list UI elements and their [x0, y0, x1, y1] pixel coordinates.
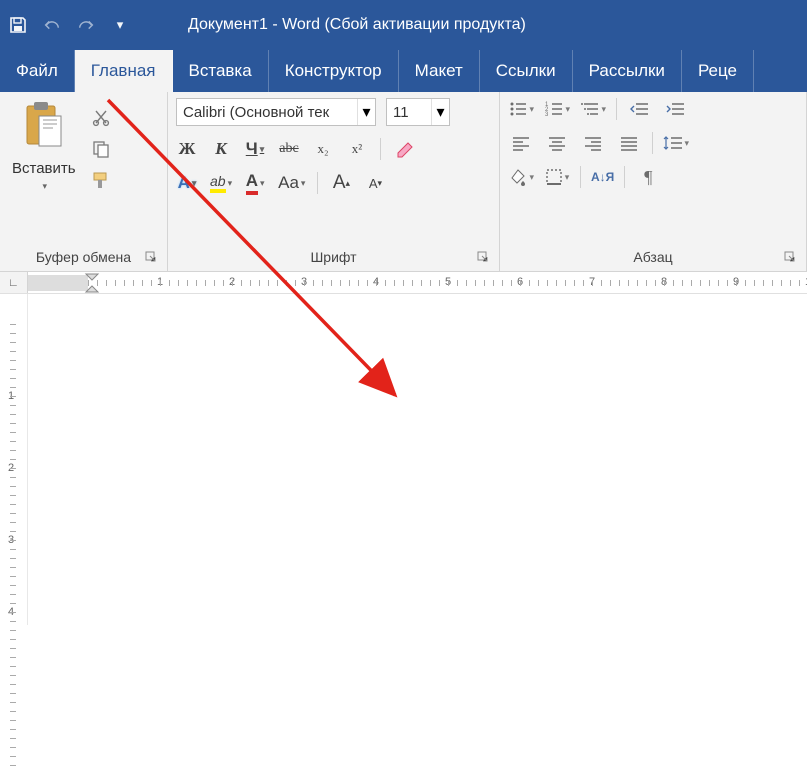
tab-design[interactable]: Конструктор: [269, 50, 399, 92]
highlight-button[interactable]: ab▾: [210, 172, 232, 194]
line-spacing-button[interactable]: ▾: [663, 132, 689, 154]
font-launcher-icon[interactable]: [477, 251, 489, 263]
text-effects-button[interactable]: A▾: [176, 172, 198, 194]
svg-text:3: 3: [545, 112, 549, 118]
font-size-dropdown-icon[interactable]: ▾: [431, 99, 449, 125]
font-name-combo[interactable]: ▾: [176, 98, 376, 126]
tab-layout[interactable]: Макет: [399, 50, 480, 92]
redo-icon[interactable]: [76, 15, 96, 35]
numbering-button[interactable]: 123▾: [544, 98, 570, 120]
paste-label: Вставить: [12, 160, 76, 177]
paste-dropdown-icon[interactable]: ▾: [43, 181, 48, 192]
font-name-dropdown-icon[interactable]: ▾: [357, 99, 375, 125]
paragraph-launcher-icon[interactable]: [784, 251, 796, 263]
align-center-button[interactable]: [544, 132, 570, 154]
tab-selector[interactable]: ∟: [0, 272, 28, 294]
undo-icon[interactable]: [42, 15, 62, 35]
superscript-button[interactable]: x²: [346, 138, 368, 160]
cut-icon[interactable]: [88, 106, 114, 128]
bullets-button[interactable]: ▾: [508, 98, 534, 120]
tab-references[interactable]: Ссылки: [480, 50, 573, 92]
clear-formatting-icon[interactable]: [393, 138, 415, 160]
increase-indent-button[interactable]: [663, 98, 689, 120]
title-bar: ▾ Документ1 - Word (Сбой активации проду…: [0, 0, 807, 50]
shrink-font-button[interactable]: A▾: [364, 172, 386, 194]
clipboard-launcher-icon[interactable]: [145, 251, 157, 263]
quick-access-toolbar: ▾: [8, 15, 130, 35]
group-paragraph: ▾ 123▾ ▾ ▾ ▾ ▾ А↓Я ¶: [500, 92, 807, 271]
subscript-button[interactable]: x₂: [312, 138, 334, 160]
tab-home[interactable]: Главная: [75, 50, 173, 92]
group-clipboard-label: Буфер обмена: [8, 245, 159, 267]
format-painter-icon[interactable]: [88, 170, 114, 192]
copy-icon[interactable]: [88, 138, 114, 160]
grow-font-button[interactable]: A▴: [330, 172, 352, 194]
tab-mailings[interactable]: Рассылки: [573, 50, 682, 92]
sort-button[interactable]: А↓Я: [591, 166, 614, 188]
decrease-indent-button[interactable]: [627, 98, 653, 120]
align-left-button[interactable]: [508, 132, 534, 154]
ribbon-tabs: Файл Главная Вставка Конструктор Макет С…: [0, 50, 807, 92]
group-paragraph-label: Абзац: [508, 245, 798, 267]
underline-button[interactable]: Ч▾: [244, 138, 266, 160]
italic-button[interactable]: К: [210, 138, 232, 160]
font-size-input[interactable]: [387, 104, 431, 121]
ribbon: Вставить ▾ Буфер обмена: [0, 92, 807, 272]
document-page[interactable]: [28, 294, 807, 625]
tab-file[interactable]: Файл: [0, 50, 75, 92]
workspace: 1234: [0, 294, 807, 625]
font-size-combo[interactable]: ▾: [386, 98, 450, 126]
tab-insert[interactable]: Вставка: [173, 50, 269, 92]
paste-button[interactable]: Вставить ▾: [8, 98, 80, 194]
font-color-button[interactable]: A▾: [244, 172, 266, 194]
align-right-button[interactable]: [580, 132, 606, 154]
bold-button[interactable]: Ж: [176, 138, 198, 160]
show-marks-button[interactable]: ¶: [635, 166, 661, 188]
strikethrough-button[interactable]: abc: [278, 138, 300, 160]
borders-button[interactable]: ▾: [544, 166, 570, 188]
window-title: Документ1 - Word (Сбой активации продукт…: [188, 16, 526, 34]
font-name-input[interactable]: [177, 104, 357, 121]
ruler-horizontal[interactable]: ∟ 12345678910: [0, 272, 807, 294]
group-font: ▾ ▾ Ж К Ч▾ abc x₂ x² A▾: [168, 92, 500, 271]
group-clipboard: Вставить ▾ Буфер обмена: [0, 92, 168, 271]
multilevel-list-button[interactable]: ▾: [580, 98, 606, 120]
qat-customize-icon[interactable]: ▾: [110, 15, 130, 35]
change-case-button[interactable]: Aa▾: [278, 172, 305, 194]
group-font-label: Шрифт: [176, 245, 491, 267]
justify-button[interactable]: [616, 132, 642, 154]
save-icon[interactable]: [8, 15, 28, 35]
tab-review[interactable]: Реце: [682, 50, 754, 92]
shading-button[interactable]: ▾: [508, 166, 534, 188]
ruler-vertical[interactable]: 1234: [0, 294, 28, 625]
